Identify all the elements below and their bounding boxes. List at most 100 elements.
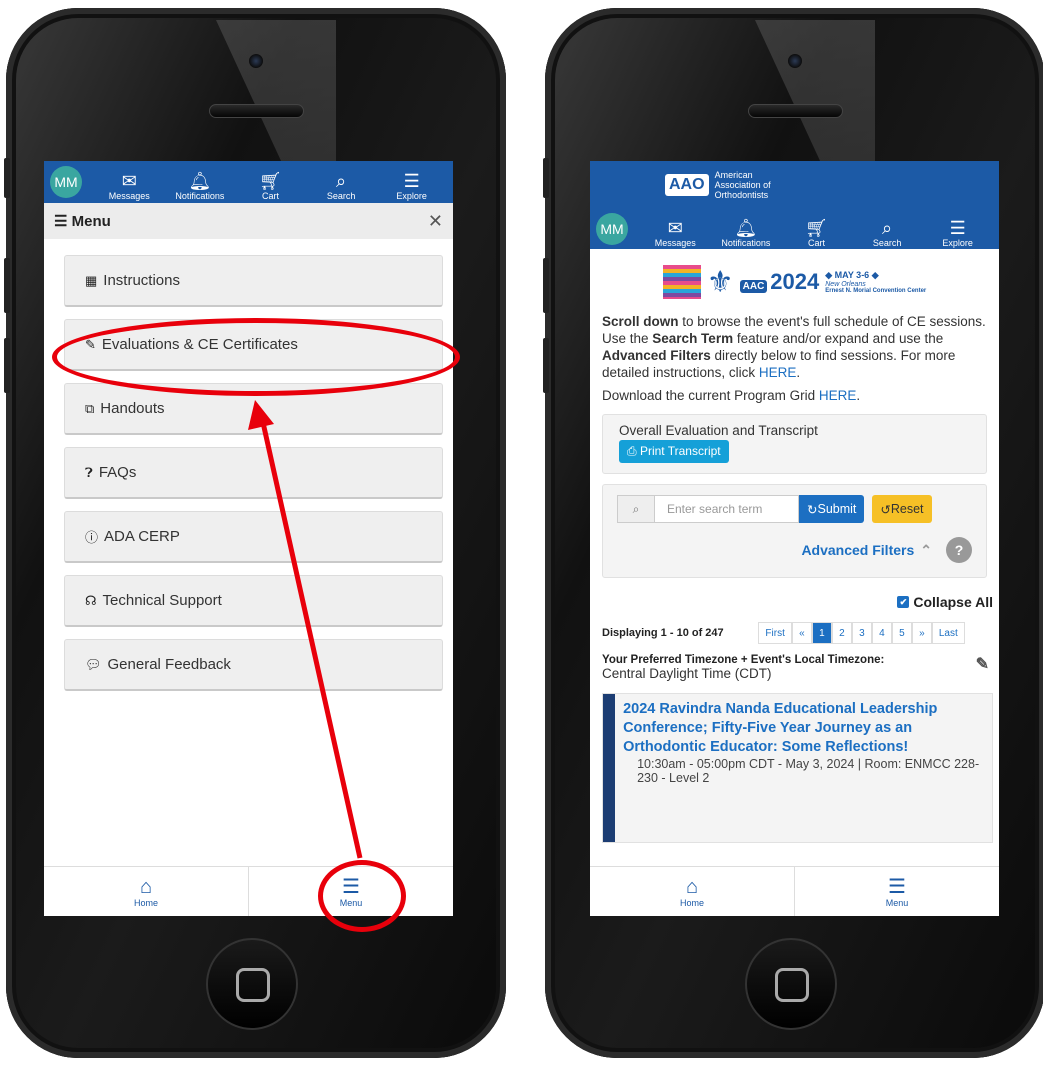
nav-explore[interactable]: ☰ Explore xyxy=(922,210,993,248)
bottom-nav-bar: ⌂ Home ☰ Menu xyxy=(590,866,999,916)
pagination: First « 1 2 3 4 5 » Last xyxy=(758,618,993,644)
collapse-all-toggle[interactable]: ✔ Collapse All xyxy=(590,578,999,610)
intro-bold: Scroll down xyxy=(602,314,679,329)
hamburger-icon: ☰ xyxy=(888,875,906,898)
undo-icon: ↺ xyxy=(880,502,891,517)
timezone-label: Your Preferred Timezone + Event's Local … xyxy=(590,644,999,673)
nav-messages[interactable]: ✉ Messages xyxy=(640,210,711,248)
collapse-all-label: Collapse All xyxy=(913,594,993,610)
nav-label: Cart xyxy=(807,238,825,248)
nav-label: Search xyxy=(872,238,902,248)
submit-label: Submit xyxy=(817,502,857,516)
nav-search[interactable]: ⌕ Search xyxy=(852,210,923,248)
nav-label: Explore xyxy=(942,238,973,248)
page-last[interactable]: Last xyxy=(931,622,965,644)
intro-bold: Search Term xyxy=(652,331,734,346)
bottom-nav-menu[interactable]: ☰ Menu xyxy=(794,867,999,916)
event-venue: Ernest N. Morial Convention Center xyxy=(825,288,927,294)
bottom-nav-label: Menu xyxy=(885,897,909,908)
speaker xyxy=(748,104,843,118)
home-button xyxy=(745,938,837,1030)
org-name-line: Orthodontists xyxy=(714,190,769,200)
reset-label: Reset xyxy=(890,502,924,516)
intro-text: Scroll down to browse the event's full s… xyxy=(590,313,999,381)
aao-logo[interactable]: AAO xyxy=(665,174,709,196)
diamond-icon: ◆ xyxy=(869,270,879,280)
org-name-line: Association of xyxy=(714,180,771,190)
page-next[interactable]: » xyxy=(911,622,932,644)
search-row: ⌕ Enter search term ↻ Submit ↺ Reset xyxy=(603,485,986,531)
nav-label: Notifications xyxy=(721,238,771,248)
nav-label: Messages xyxy=(654,238,696,248)
org-name-line: American xyxy=(714,170,753,180)
search-icon: ⌕ xyxy=(882,218,893,238)
help-icon[interactable]: ? xyxy=(946,537,972,563)
reset-button[interactable]: ↺ Reset xyxy=(872,495,932,523)
advanced-filters-label: Advanced Filters xyxy=(801,542,915,558)
phone-frame-right: AAO American Association of Orthodontist… xyxy=(543,8,1043,1058)
instructions-link[interactable]: HERE xyxy=(759,365,797,380)
hamburger-icon: ☰ xyxy=(949,218,966,238)
evaluation-card-title: Overall Evaluation and Transcript xyxy=(619,423,818,438)
intro-fragment: feature and/or expand and use the xyxy=(733,331,944,346)
session-title[interactable]: 2024 Ravindra Nanda Educational Leadersh… xyxy=(623,700,984,757)
print-transcript-button[interactable]: ⎙ Print Transcript xyxy=(619,440,729,463)
timezone-label-text: Your Preferred Timezone + Event's Local … xyxy=(602,654,885,666)
page-2[interactable]: 2 xyxy=(831,622,852,644)
session-time: 10:30am - 05:00pm CDT - May 3, 2024 | Ro… xyxy=(637,757,980,785)
printer-icon: ⎙ xyxy=(627,444,640,458)
program-grid-link[interactable]: HERE xyxy=(819,388,857,403)
search-input[interactable]: Enter search term xyxy=(655,495,799,523)
camera xyxy=(788,54,802,68)
session-body: 2024 Ravindra Nanda Educational Leadersh… xyxy=(615,694,992,842)
session-card: 2024 Ravindra Nanda Educational Leadersh… xyxy=(602,693,993,843)
envelope-icon: ✉ xyxy=(667,218,683,238)
event-logo: AAC 2024 xyxy=(739,269,819,295)
screen-right: AAO American Association of Orthodontist… xyxy=(590,161,999,916)
evaluation-card: Overall Evaluation and Transcript ⎙ Prin… xyxy=(602,414,987,474)
bell-icon: 🔔︎ xyxy=(734,218,758,238)
session-color-bar xyxy=(603,694,616,842)
page-5[interactable]: 5 xyxy=(891,622,912,644)
side-button xyxy=(543,158,549,198)
print-transcript-label: Print Transcript xyxy=(639,444,721,458)
page-prev[interactable]: « xyxy=(791,622,812,644)
avatar[interactable]: MM xyxy=(596,213,628,245)
volume-button xyxy=(543,258,549,313)
nav-cart[interactable]: 🛒︎ Cart xyxy=(781,210,852,248)
volume-button xyxy=(543,338,549,393)
aac-badge: AAC xyxy=(739,280,768,293)
cart-icon: 🛒︎ xyxy=(805,218,828,238)
chevron-up-icon: ⌃ xyxy=(920,541,932,558)
pagination-row: Displaying 1 - 10 of 247 First « 1 2 3 4… xyxy=(590,610,999,644)
pencil-icon[interactable]: ✎ xyxy=(976,654,989,674)
top-nav-bar: MM ✉ Messages 🔔︎ Notifications 🛒︎ Cart ⌕ Sea… xyxy=(590,209,999,249)
home-icon: ⌂ xyxy=(685,875,699,898)
search-card: ⌕ Enter search term ↻ Submit ↺ Reset Adv… xyxy=(602,484,987,578)
org-name: American Association of Orthodontists xyxy=(715,170,771,200)
event-city: New Orleans xyxy=(825,281,866,288)
page-first[interactable]: First xyxy=(758,622,792,644)
event-banner: ⚜ AAC 2024 ◆ MAY 3-6 ◆ New Orleans Ernest… xyxy=(590,257,999,307)
fleur-de-lis-icon: ⚜ xyxy=(706,265,734,299)
page-1[interactable]: 1 xyxy=(811,622,832,644)
bottom-nav-label: Home xyxy=(679,897,704,908)
bottom-nav-home[interactable]: ⌂ Home xyxy=(590,867,794,916)
page-3[interactable]: 3 xyxy=(851,622,872,644)
download-text: Download the current Program Grid HERE. xyxy=(590,387,999,404)
intro-bold: Advanced Filters xyxy=(602,348,711,363)
search-icon: ⌕ xyxy=(617,495,655,523)
download-fragment: Download the current Program Grid xyxy=(602,388,819,403)
checkbox-checked-icon: ✔ xyxy=(897,596,910,608)
event-dates: ◆ MAY 3-6 ◆ New Orleans Ernest N. Morial… xyxy=(825,270,926,294)
page-4[interactable]: 4 xyxy=(871,622,892,644)
intro-fragment: . xyxy=(796,365,801,380)
event-dates-text: MAY 3-6 xyxy=(834,270,870,280)
org-header: AAO American Association of Orthodontist… xyxy=(590,161,999,209)
submit-button[interactable]: ↻ Submit xyxy=(799,495,865,523)
nav-notifications[interactable]: 🔔︎ Notifications xyxy=(711,210,782,248)
download-fragment: . xyxy=(856,388,861,403)
timezone-value: Central Daylight Time (CDT) xyxy=(602,666,772,681)
advanced-filters-toggle[interactable]: Advanced Filters ⌃ ? xyxy=(603,531,986,577)
refresh-icon: ↻ xyxy=(807,502,818,517)
